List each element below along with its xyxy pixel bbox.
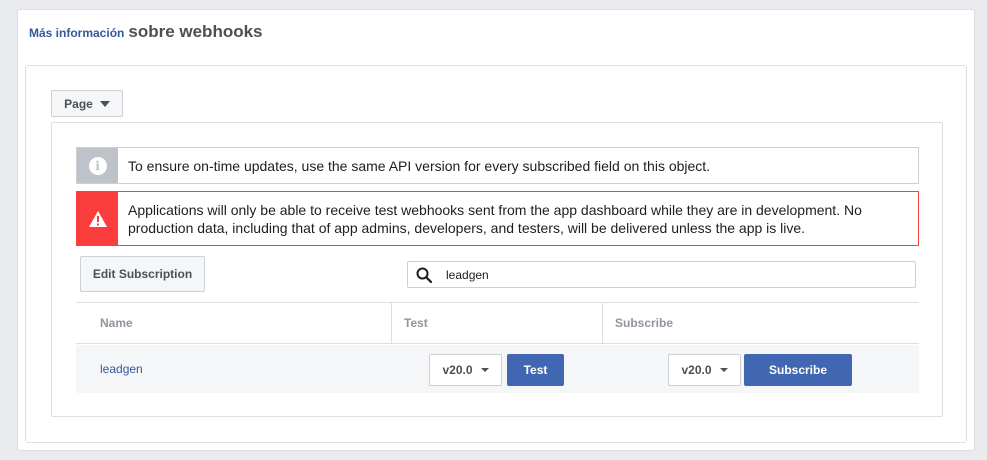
- info-notice: i To ensure on-time updates, use the sam…: [76, 147, 919, 184]
- edit-subscription-button[interactable]: Edit Subscription: [80, 256, 205, 292]
- error-notice: Applications will only be able to receiv…: [76, 191, 919, 246]
- caret-down-icon: [480, 368, 489, 372]
- field-search: [407, 261, 916, 288]
- column-header-subscribe: Subscribe: [602, 303, 919, 343]
- search-icon: [416, 267, 432, 283]
- test-version-select[interactable]: v20.0: [429, 354, 502, 386]
- column-header-test: Test: [391, 303, 603, 343]
- column-header-name: Name: [100, 316, 133, 330]
- subscription-panel: i To ensure on-time updates, use the sam…: [51, 122, 943, 417]
- caret-down-icon: [719, 368, 728, 372]
- caret-down-icon: [99, 100, 110, 107]
- subscribe-version-value: v20.0: [681, 363, 712, 377]
- subscribe-button[interactable]: Subscribe: [744, 354, 852, 386]
- webhooks-settings-card: Page i To ensure on-time updates, use th…: [25, 65, 967, 443]
- learn-more-link[interactable]: Más información: [29, 26, 124, 40]
- webhooks-card: Más información sobre webhooks Page i To…: [17, 9, 975, 451]
- info-notice-text: To ensure on-time updates, use the same …: [128, 157, 711, 174]
- subscribe-version-select[interactable]: v20.0: [668, 354, 741, 386]
- table-header: Name Test Subscribe: [76, 302, 919, 344]
- info-icon-box: i: [77, 148, 118, 183]
- fields-table: Name Test Subscribe leadgen v20.0 Test v…: [76, 302, 919, 393]
- section-title: sobre webhooks: [128, 22, 263, 41]
- table-row: leadgen v20.0 Test v20.0 Subscribe: [76, 345, 919, 393]
- test-button[interactable]: Test: [507, 354, 564, 386]
- error-notice-text: Applications will only be able to receiv…: [128, 201, 862, 236]
- test-version-value: v20.0: [442, 363, 473, 377]
- field-name-link[interactable]: leadgen: [100, 345, 143, 393]
- info-icon: i: [88, 156, 107, 175]
- object-type-select[interactable]: Page: [51, 90, 123, 117]
- warning-icon: [88, 210, 107, 227]
- warning-icon-box: [77, 192, 118, 245]
- section-heading: Más información sobre webhooks: [29, 22, 263, 44]
- object-type-value: Page: [64, 96, 93, 111]
- search-input[interactable]: [444, 266, 884, 283]
